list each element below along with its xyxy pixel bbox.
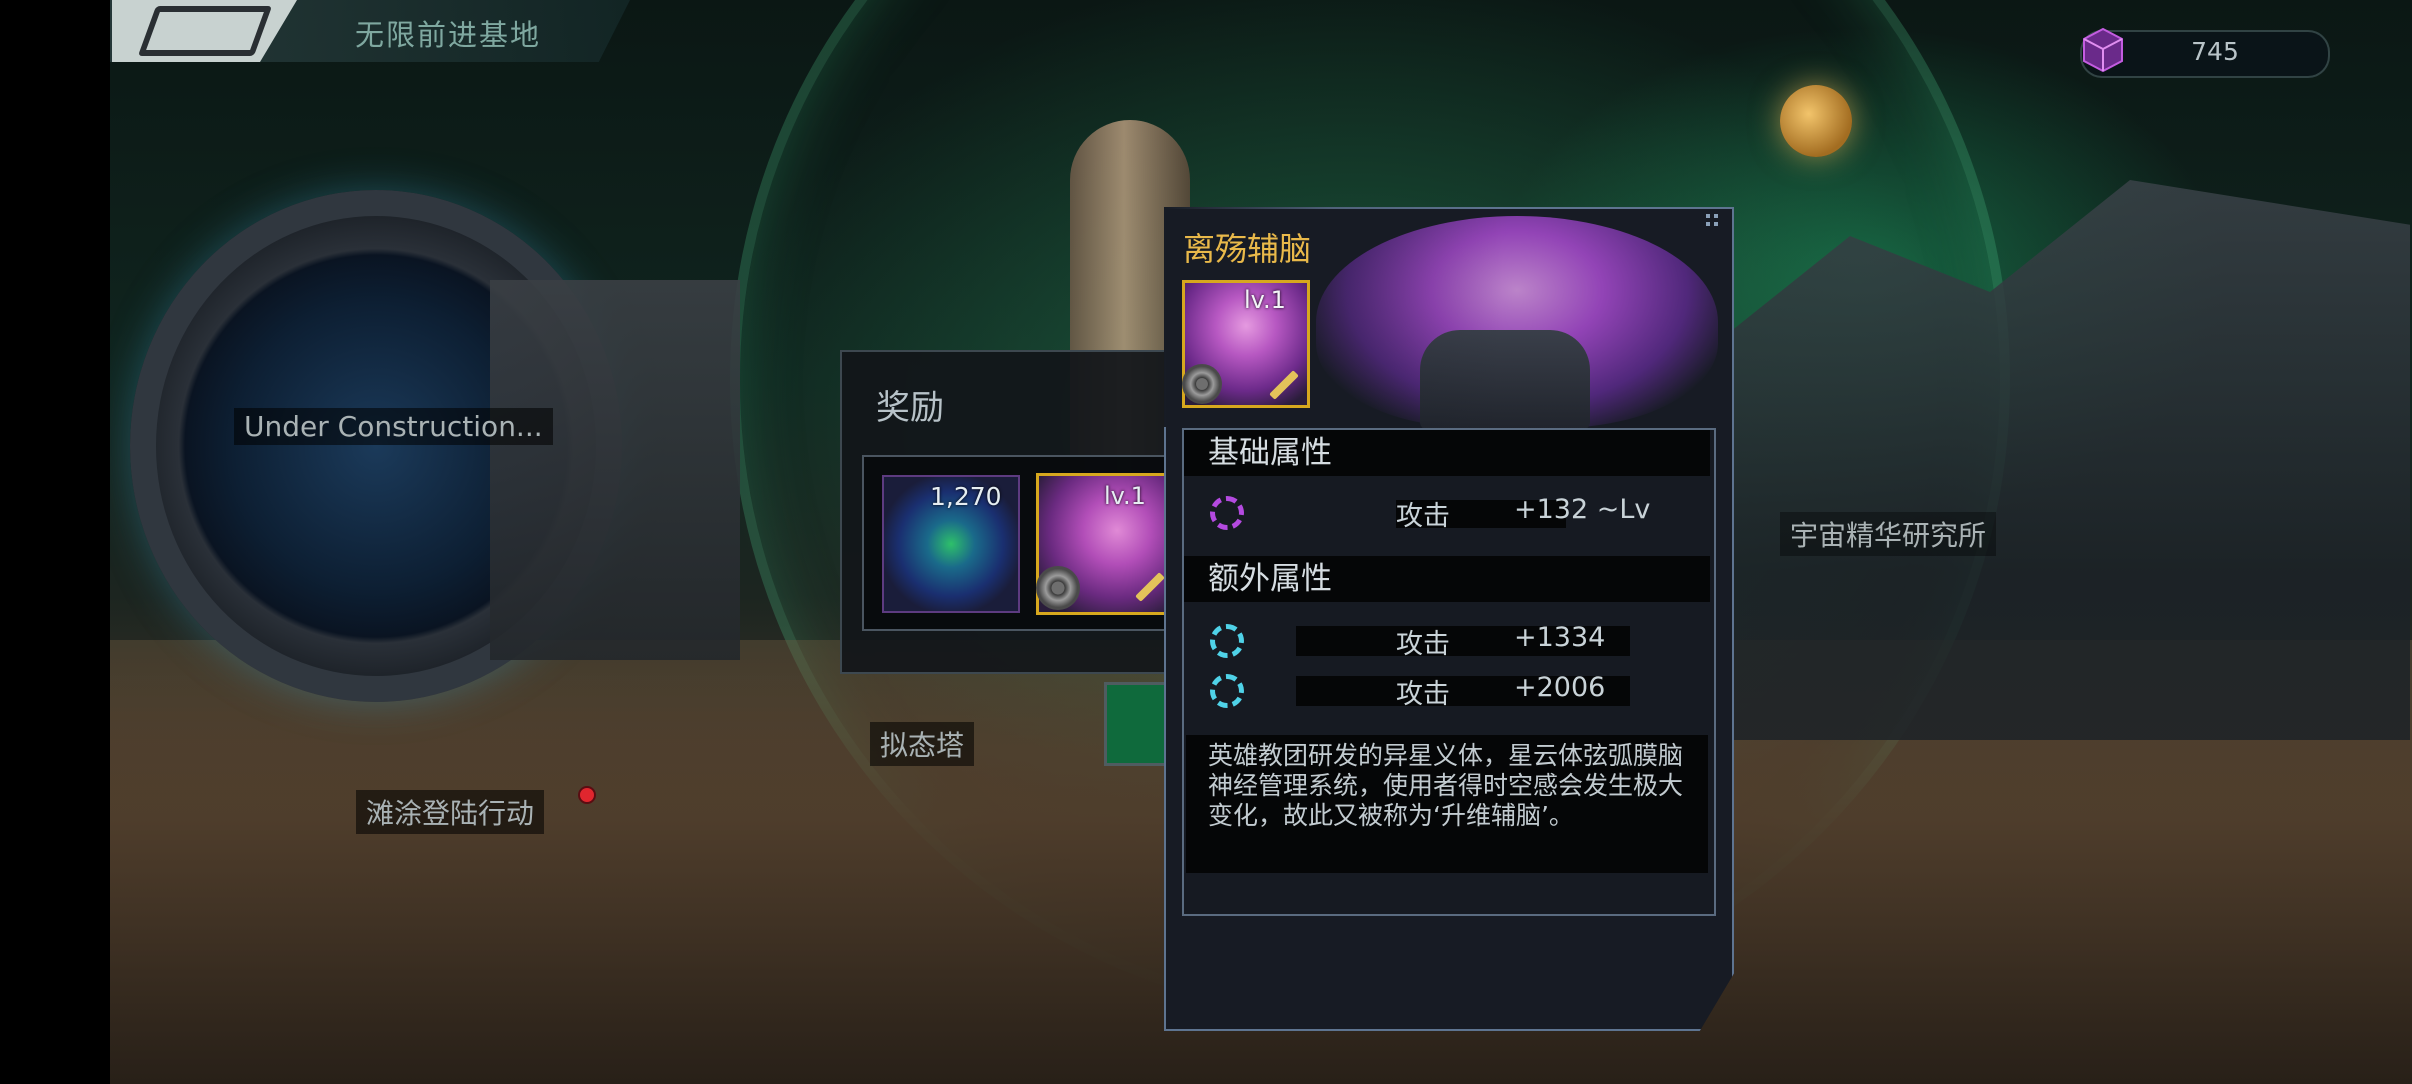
beach-landing-label[interactable]: 滩涂登陆行动 xyxy=(356,790,545,834)
stat-name: 攻击 xyxy=(1396,679,1450,710)
stat-name: 攻击 xyxy=(1396,629,1450,660)
purple-gear-icon xyxy=(1210,496,1244,530)
gear-icon xyxy=(1036,566,1080,610)
research-institute-label[interactable]: 宇宙精华研究所 xyxy=(1780,512,1997,556)
stat-value: +2006 xyxy=(1514,672,1606,703)
reward-title: 奖励 xyxy=(876,388,944,428)
glowing-orb-lamp xyxy=(1780,85,1852,157)
stat-name: 攻击 xyxy=(1396,501,1450,532)
stat-value: +1334 xyxy=(1514,622,1606,653)
extra-stat-row: 攻击 +2006 xyxy=(1184,666,1710,716)
cyan-gear-icon xyxy=(1210,674,1244,708)
stat-value: +132 ~Lv xyxy=(1514,494,1651,525)
cube-icon xyxy=(2083,27,2123,73)
item-description: 英雄教团研发的异星义体，星云体弦弧膜脑神经管理系统，使用者得时空感会发生极大变化… xyxy=(1186,735,1708,873)
base-attributes-header: 基础属性 xyxy=(1184,430,1710,476)
extra-attributes-header: 额外属性 xyxy=(1184,556,1710,602)
location-title: 无限前进基地 xyxy=(355,18,542,52)
item-name: 离殇辅脑 xyxy=(1183,230,1312,268)
cyan-gear-icon xyxy=(1210,624,1244,658)
currency-value: 745 xyxy=(2191,37,2239,66)
item-level: lv.1 xyxy=(1244,286,1286,314)
construction-tower xyxy=(490,280,740,660)
research-building[interactable] xyxy=(1710,180,2410,740)
under-construction-label[interactable]: Under Construction... xyxy=(234,408,553,445)
back-icon xyxy=(137,6,272,56)
notification-dot xyxy=(578,786,596,804)
reward-item-level: lv.1 xyxy=(1104,482,1146,510)
gear-icon xyxy=(1182,364,1222,404)
corner-dots-icon xyxy=(1706,214,1718,226)
extra-stat-row: 攻击 +1334 xyxy=(1184,616,1710,666)
base-stat-row: 攻击 +132 ~Lv xyxy=(1184,488,1710,538)
mimic-tower-label[interactable]: 拟态塔 xyxy=(870,722,975,766)
reward-item-count: 1,270 xyxy=(930,482,1002,511)
